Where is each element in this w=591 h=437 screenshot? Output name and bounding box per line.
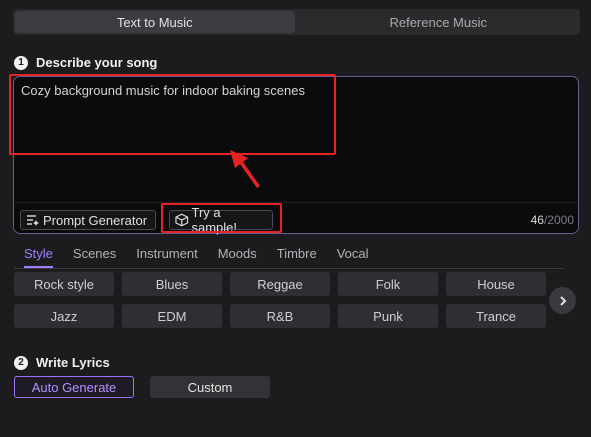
- prompt-textarea[interactable]: Cozy background music for indoor baking …: [21, 83, 305, 98]
- chevron-right-icon: [559, 295, 566, 306]
- category-tab-timbre[interactable]: Timbre: [277, 245, 317, 268]
- prompt-generator-button[interactable]: Prompt Generator: [20, 210, 156, 230]
- char-counter: 46/2000: [530, 213, 574, 227]
- tab-reference-music[interactable]: Reference Music: [299, 11, 579, 33]
- style-chip[interactable]: Blues: [122, 272, 222, 296]
- category-tab-vocal[interactable]: Vocal: [337, 245, 369, 268]
- category-tab-instrument[interactable]: Instrument: [136, 245, 197, 268]
- step-number-1: 1: [14, 55, 28, 70]
- category-tab-scenes[interactable]: Scenes: [73, 245, 116, 268]
- lyrics-section-title: 2 Write Lyrics: [14, 355, 110, 370]
- style-chip[interactable]: R&B: [230, 304, 330, 328]
- style-chip[interactable]: Rock style: [14, 272, 114, 296]
- annotation-arrow-icon: [230, 150, 260, 188]
- prompt-input-box[interactable]: Cozy background music for indoor baking …: [13, 76, 579, 235]
- cube-icon: [175, 213, 189, 227]
- magic-list-icon: [27, 215, 39, 226]
- category-tabs: Style Scenes Instrument Moods Timbre Voc…: [14, 245, 564, 269]
- style-chip[interactable]: Punk: [338, 304, 438, 328]
- next-styles-button[interactable]: [549, 287, 576, 314]
- style-chip[interactable]: Reggae: [230, 272, 330, 296]
- category-tab-style[interactable]: Style: [24, 245, 53, 268]
- style-chip[interactable]: House: [446, 272, 546, 296]
- style-chip[interactable]: Trance: [446, 304, 546, 328]
- style-chip[interactable]: Jazz: [14, 304, 114, 328]
- describe-section-title: 1 Describe your song: [14, 55, 157, 70]
- custom-lyrics-button[interactable]: Custom: [150, 376, 270, 398]
- try-sample-label: Try a sample!: [191, 205, 238, 235]
- describe-title: Describe your song: [36, 55, 158, 70]
- prompt-footer: Prompt Generator Try a sample! 46/2000: [14, 202, 578, 235]
- category-tab-moods[interactable]: Moods: [218, 245, 257, 268]
- step-number-2: 2: [14, 355, 28, 370]
- style-chip[interactable]: Folk: [338, 272, 438, 296]
- style-chip[interactable]: EDM: [122, 304, 222, 328]
- mode-tabs: Text to Music Reference Music: [13, 9, 580, 35]
- lyrics-title: Write Lyrics: [36, 355, 110, 370]
- auto-generate-button[interactable]: Auto Generate: [14, 376, 134, 398]
- try-sample-button[interactable]: Try a sample!: [169, 205, 273, 235]
- prompt-generator-label: Prompt Generator: [43, 212, 148, 228]
- tab-text-to-music[interactable]: Text to Music: [15, 11, 295, 33]
